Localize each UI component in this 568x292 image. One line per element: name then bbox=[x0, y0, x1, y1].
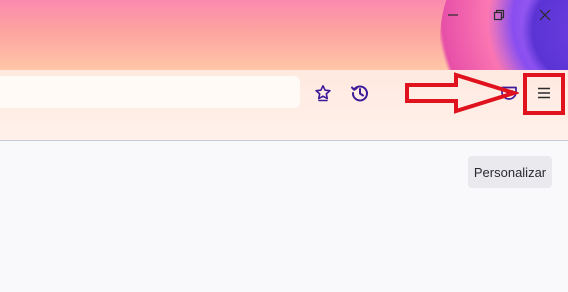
restore-button[interactable] bbox=[476, 0, 522, 30]
bookmark-star-icon bbox=[315, 85, 331, 102]
minimize-icon bbox=[448, 14, 458, 16]
personalize-button[interactable]: Personalizar bbox=[468, 156, 552, 188]
close-button[interactable] bbox=[522, 0, 568, 30]
title-bar bbox=[0, 0, 568, 70]
history-button[interactable] bbox=[346, 79, 374, 107]
url-input[interactable] bbox=[0, 76, 300, 108]
close-icon bbox=[539, 9, 551, 21]
minimize-button[interactable] bbox=[430, 0, 476, 30]
restore-icon bbox=[493, 9, 505, 21]
annotation-highlight-box bbox=[523, 73, 565, 115]
annotation-arrow bbox=[405, 72, 519, 114]
bookmark-button[interactable] bbox=[309, 79, 337, 107]
history-icon bbox=[351, 85, 368, 102]
url-bar[interactable] bbox=[0, 76, 300, 108]
